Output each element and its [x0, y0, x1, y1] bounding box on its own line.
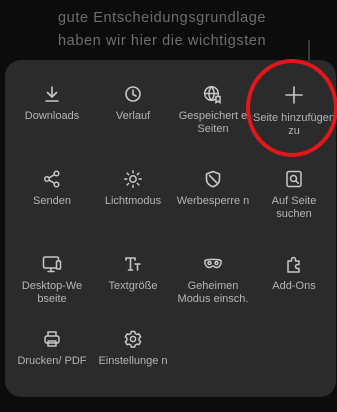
history-clock-icon: [125, 86, 141, 102]
menu-item-history[interactable]: Verlauf: [92, 84, 174, 123]
menu-item-saved-pages[interactable]: Gespeichert e Seiten: [172, 84, 254, 135]
menu-item-settings[interactable]: Einstellunge n: [92, 329, 174, 368]
menu-item-label: Desktop-We bseite: [21, 280, 83, 305]
menu-item-add-ons[interactable]: Add-Ons: [253, 254, 335, 293]
menu-item-desktop-site[interactable]: Desktop-We bseite: [11, 254, 93, 305]
red-highlight-circle: [246, 59, 337, 157]
find-in-page-icon: [286, 170, 302, 188]
share-icon: [43, 170, 60, 188]
menu-item-ad-blocker[interactable]: Werbesperre n: [172, 169, 254, 208]
background-text-line-1: gute Entscheidungsgrundlage: [58, 10, 267, 26]
menu-item-label: Lichtmodus: [104, 195, 162, 207]
block-icon: [205, 170, 221, 188]
menu-item-print-pdf[interactable]: Drucken/ PDF: [11, 329, 93, 368]
desktop-icon: [42, 256, 62, 273]
menu-item-label: Drucken/ PDF: [17, 355, 87, 367]
menu-item-find-in-page[interactable]: Auf Seite suchen: [253, 169, 335, 220]
menu-item-label: Senden: [33, 195, 71, 207]
menu-item-share[interactable]: Senden: [11, 169, 93, 208]
sun-icon: [124, 170, 142, 188]
print-icon: [44, 331, 60, 347]
download-icon: [45, 86, 59, 102]
menu-item-label: Werbesperre n: [176, 195, 250, 207]
gear-icon: [124, 330, 142, 348]
menu-item-light-mode[interactable]: Lichtmodus: [92, 169, 174, 208]
saved-pages-globe-icon: [203, 85, 221, 104]
background-text-line-2: haben wir hier die wichtigsten: [58, 33, 267, 49]
menu-item-label: Textgröße: [108, 280, 158, 292]
menu-item-label: Auf Seite suchen: [271, 195, 317, 220]
menu-item-secret-mode[interactable]: Geheimen Modus einsch.: [172, 254, 254, 305]
menu-item-label: Downloads: [24, 110, 80, 122]
menu-item-label: Geheimen Modus einsch.: [177, 280, 249, 305]
menu-item-label: Einstellunge n: [98, 355, 168, 367]
menu-item-label: Add-Ons: [272, 280, 316, 292]
text-size-icon: [125, 257, 141, 271]
incognito-mask-icon: [204, 258, 222, 269]
menu-item-label: Verlauf: [115, 110, 151, 122]
menu-item-label: Gespeichert e Seiten: [178, 110, 248, 135]
menu-item-downloads[interactable]: Downloads: [11, 84, 93, 123]
menu-item-text-size[interactable]: Textgröße: [92, 254, 174, 293]
puzzle-icon: [287, 256, 300, 273]
bottom-navigation-bar: [0, 398, 337, 412]
